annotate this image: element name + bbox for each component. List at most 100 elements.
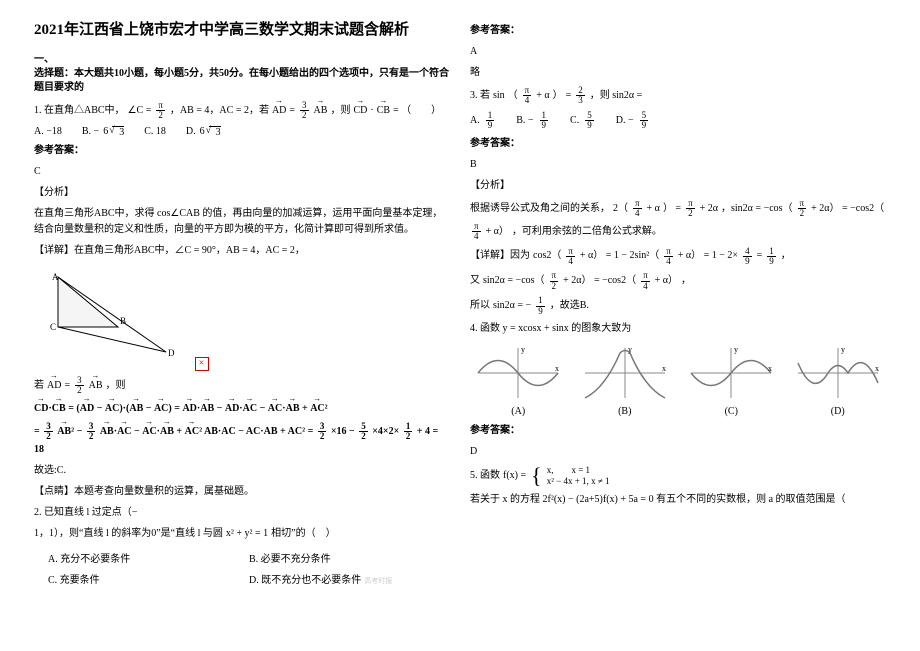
then2: ，则 [106,378,126,394]
q3-and: 又 sin2α = −cos（ π2 + 2α） = −cos2（ π4 + α… [470,271,886,291]
lbrace-icon: { [531,470,542,481]
l: B. − [516,115,533,126]
t: + 2α） = −cos2（ [563,273,636,289]
q1-then: ，则 [330,103,350,119]
broken-image-icon: × [195,357,209,371]
t: + α） [655,273,678,289]
d: 4 [664,257,673,266]
v: CD [34,401,48,417]
l: D. − [616,115,634,126]
q1-choose: 故选:C. [34,463,450,479]
t: AB·AC − AC·AB + AC² = [204,426,313,437]
d: 2 [686,209,695,218]
vec-cd: CD [353,103,367,119]
q3-opt-c: C.59 [570,111,596,131]
t: + 2α） = −cos2（ [811,201,884,217]
svg-text:x: x [875,364,879,373]
triangle-figure: A C B D [48,272,178,362]
v: AD [80,401,94,417]
e: x, [547,465,554,475]
d: 2 [318,432,327,441]
d: 4 [566,257,575,266]
f: 12 [404,422,413,442]
q1-expand: CD·CB = (AD − AC)·(AB − AC) = AD·AB − AD… [34,401,450,417]
f: π4 [523,86,532,106]
f: π2 [798,199,807,219]
t: 3. 若 [470,88,490,104]
eq: = [64,378,70,394]
t: 1，1），则“直线 l 的斜率为0”是“直线 l 与圆 [34,526,223,542]
piecewise: x, x = 1 x² − 4x + 1, x ≠ 1 [547,465,610,487]
then: ，则 sin2α = [590,88,643,104]
f: 52 [359,422,368,442]
d: 9 [743,257,752,266]
right-column: 参考答案： A 略 3. 若 sin （ π4 + α ） = 23 ，则 si… [460,18,896,633]
lbl: (D) [790,406,887,417]
f: 32 [87,422,96,442]
svg-text:x: x [555,364,559,373]
q2-opt-d: D. 既不充分也不必要条件高考时报 [249,571,450,586]
circle-eq: x² + y² = 1 [226,526,268,542]
f: 19 [486,111,495,131]
q3-options: A. 19 B. − 19 C.59 D. −59 [470,111,886,131]
q3-analysis-label: 【分析】 [470,178,886,194]
v: AC [154,401,168,417]
t: + 2α [700,201,718,217]
t: 根据诱导公式及角之间的关系， [470,201,610,217]
v: AB [100,424,114,440]
q4-ans-label: 参考答案： [470,423,886,439]
doc-title: 2021年江西省上饶市宏才中学高三数学文期末试题含解析 [34,18,450,39]
v: AB [200,401,214,417]
lbl: (C) [683,406,780,417]
t: ，可利用余弦的二倍角公式求解。 [512,224,662,240]
v: AB [286,401,300,417]
q2-opt-b: B. 必要不充分条件 [249,550,450,565]
lbl: A. −18 [34,126,62,137]
q3-opt-d: D. −59 [616,111,650,131]
eq: ） = [663,201,681,217]
d: 2 [798,209,807,218]
t: + α） [486,224,509,240]
d: 9 [767,257,776,266]
v: AD [225,401,239,417]
l: A. [470,115,480,126]
f: π4 [566,247,575,267]
v: CB [52,401,66,417]
svg-text:B: B [120,316,126,326]
q3-so: 所以 sin2α = − 19 ，故选B. [470,296,886,316]
v: AB [129,401,143,417]
v: AC [105,401,119,417]
fx: f(x) = [503,468,526,484]
d: 4 [633,209,642,218]
vec-ad: AD [272,103,286,119]
f: π4 [633,199,642,219]
d: 2 [87,432,96,441]
lbl: D. [186,126,196,137]
if: 若 [34,378,44,394]
d: 9 [640,121,649,130]
t: ，sin2α = −cos（ [721,201,793,217]
t: 5. 函数 [470,468,500,484]
vec-ab: AB [314,103,328,119]
q4-stem: 4. 函数 y = xcosx + sinx 的图象大致为 [470,321,886,337]
v: 6 [103,126,108,137]
t: 2（ [613,201,628,217]
d: 9 [585,121,594,130]
q2-opt-c: C. 充要条件 [48,571,249,586]
q1-angc: ∠C = [128,103,152,119]
t: ×16 − [331,426,355,437]
frac-3-2: 3 2 [300,101,309,121]
so: 所以 [470,298,490,314]
q1-ab: ，AB = 4，AC = 2，若 [170,103,269,119]
t: ， [781,248,791,264]
d: 2 [550,282,559,291]
chart-c: xy (C) [683,343,780,417]
q3-opt-a: A. 19 [470,111,496,131]
den: 2 [300,111,309,120]
vec-cb: CB [377,103,390,119]
q2-opt-a: A. 充分不必要条件 [48,550,249,565]
frac-pi-2: π 2 [156,101,165,121]
f: 32 [44,422,53,442]
section-desc: 选择题：本大题共10小题，每小题5分，共50分。在每小题给出的四个选项中，只有是… [34,68,449,93]
d: 4 [472,232,481,241]
